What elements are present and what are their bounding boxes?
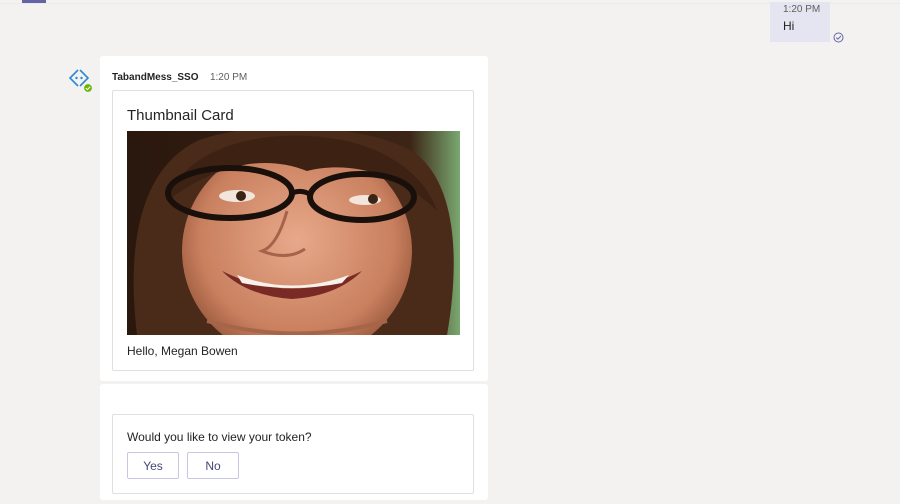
token-prompt-card: Would you like to view your token? Yes N… xyxy=(112,414,474,494)
portrait-photo xyxy=(127,131,460,335)
sent-message-time: 1:20 PM xyxy=(783,4,821,15)
card-text: Hello, Megan Bowen xyxy=(127,344,238,358)
yes-button[interactable]: Yes xyxy=(127,452,179,479)
card-image[interactable] xyxy=(127,131,460,335)
bot-message-token: Would you like to view your token? Yes N… xyxy=(100,384,488,500)
bot-message: TabandMess_SSO 1:20 PM Thumbnail Card He… xyxy=(100,56,488,381)
bot-app-icon[interactable] xyxy=(66,68,94,96)
no-button[interactable]: No xyxy=(187,452,239,479)
thumbnail-card: Thumbnail Card Hello, Megan Bowen xyxy=(112,90,474,371)
online-status-icon xyxy=(82,82,94,94)
header-divider xyxy=(0,3,900,4)
read-receipt-icon xyxy=(833,32,844,43)
sender-name[interactable]: TabandMess_SSO xyxy=(112,72,199,83)
sent-message-bubble[interactable]: 1:20 PM Hi xyxy=(770,2,830,42)
card-title: Thumbnail Card xyxy=(127,107,234,124)
sent-message-text: Hi xyxy=(783,19,795,33)
message-time: 1:20 PM xyxy=(209,72,248,83)
token-question: Would you like to view your token? xyxy=(127,430,312,444)
message-header: TabandMess_SSO 1:20 PM xyxy=(112,67,247,85)
chat-pane: 1:20 PM Hi TabandMess_SSO 1:20 PM Thumbn… xyxy=(0,0,900,504)
